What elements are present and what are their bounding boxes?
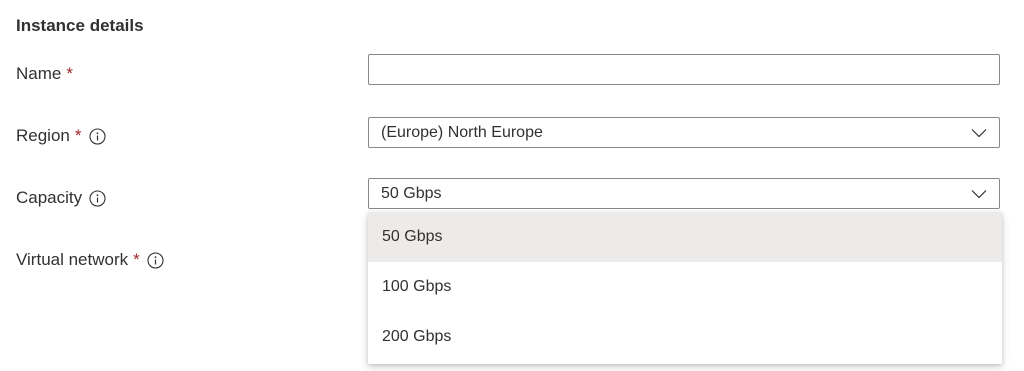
name-field[interactable] [368, 54, 1000, 85]
region-select[interactable]: (Europe) North Europe [368, 117, 1000, 148]
capacity-label-text: Capacity [16, 188, 83, 207]
chevron-down-icon [971, 125, 987, 141]
name-input[interactable] [369, 55, 999, 84]
region-label-text: Region [16, 126, 70, 145]
capacity-select-value: 50 Gbps [381, 184, 442, 202]
required-asterisk: * [133, 250, 140, 269]
name-label-text: Name [16, 64, 62, 83]
required-asterisk: * [66, 64, 73, 83]
info-icon[interactable] [89, 189, 106, 207]
region-label: Region * [16, 124, 106, 148]
virtual-network-label: Virtual network * [16, 248, 164, 272]
capacity-dropdown-list: 50 Gbps 100 Gbps 200 Gbps [368, 212, 1002, 364]
capacity-option-200[interactable]: 200 Gbps [368, 312, 1002, 362]
capacity-option-100[interactable]: 100 Gbps [368, 262, 1002, 312]
capacity-label: Capacity [16, 186, 106, 210]
required-asterisk: * [74, 126, 82, 145]
info-icon[interactable] [147, 251, 164, 269]
capacity-select[interactable]: 50 Gbps [368, 178, 1000, 209]
info-icon[interactable] [88, 127, 106, 145]
capacity-option-50[interactable]: 50 Gbps [368, 212, 1002, 262]
section-title: Instance details [16, 16, 144, 35]
region-select-value: (Europe) North Europe [381, 123, 543, 141]
name-label: Name * [16, 62, 73, 86]
instance-details-form: Instance details Name * Region * (Europe… [0, 0, 1024, 371]
chevron-down-icon [971, 186, 987, 202]
virtual-network-label-text: Virtual network [16, 250, 129, 269]
